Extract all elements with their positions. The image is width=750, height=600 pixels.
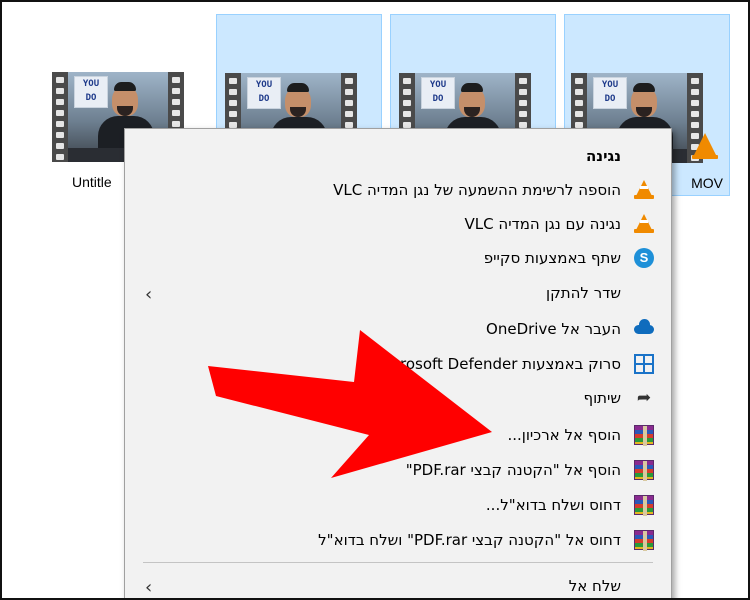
explorer-view: YOU DO Untitle YOU DO YOU DO YOU DO MOV …	[2, 2, 748, 598]
red-arrow-annotation	[208, 330, 492, 478]
arrow-shape	[208, 330, 492, 478]
